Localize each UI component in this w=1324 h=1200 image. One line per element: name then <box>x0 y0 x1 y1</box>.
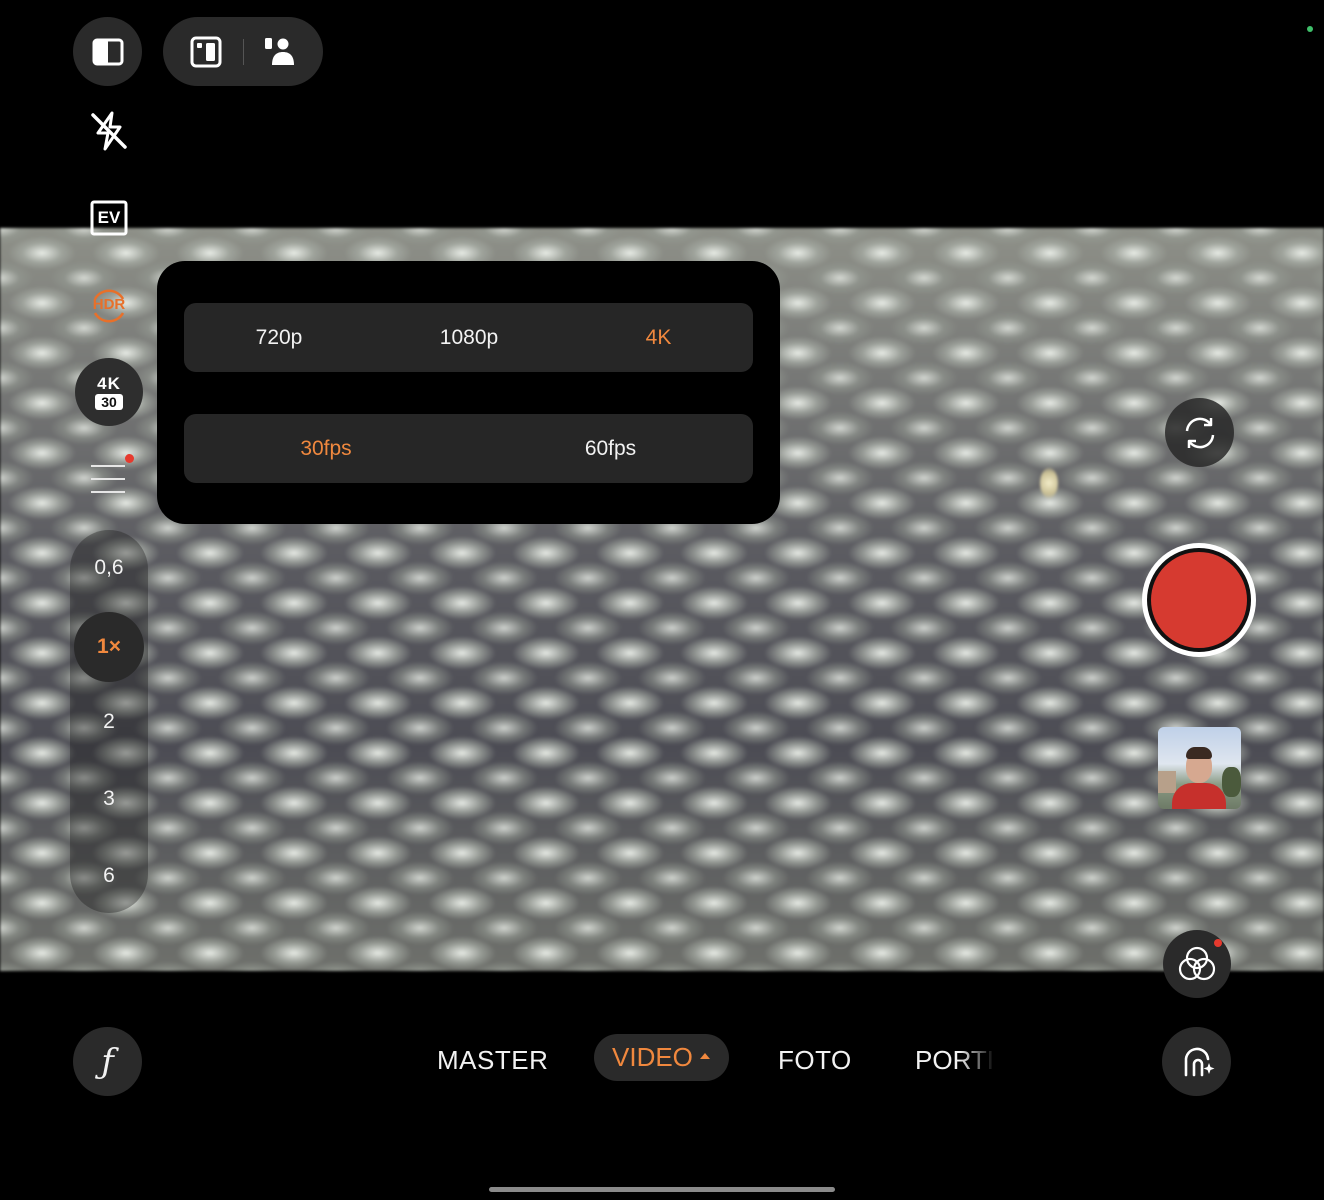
flash-button[interactable] <box>86 108 132 154</box>
record-button-core <box>1151 552 1247 648</box>
menu-icon-line <box>91 491 125 493</box>
thumbnail-tree <box>1222 767 1241 797</box>
zoom-selector: 0,6 1× 2 3 6 <box>70 530 148 913</box>
dual-view-button[interactable] <box>263 35 297 74</box>
record-button[interactable] <box>1142 543 1256 657</box>
split-layout-icon <box>92 38 123 65</box>
thumbnail-house <box>1158 771 1176 793</box>
mode-foto[interactable]: FOTO <box>778 1040 852 1080</box>
home-indicator[interactable] <box>489 1187 835 1192</box>
filters-button[interactable] <box>1163 930 1231 998</box>
mode-portrait[interactable]: PORTI <box>915 1040 995 1080</box>
hdr-label: HDR <box>92 296 126 313</box>
gallery-thumbnail[interactable] <box>1158 727 1241 809</box>
fps-badge-value: 30 <box>95 393 123 410</box>
filter-icon <box>1178 946 1216 981</box>
ev-label: EV <box>97 208 121 227</box>
ai-portrait-icon <box>1184 1047 1214 1076</box>
camera-active-indicator <box>1307 26 1313 32</box>
menu-icon-line <box>91 478 125 480</box>
ai-portrait-button[interactable] <box>1162 1027 1231 1096</box>
switch-camera-button[interactable] <box>1165 398 1234 467</box>
zoom-level-0-6[interactable]: 0,6 <box>70 556 148 580</box>
resolution-option-4k[interactable]: 4K <box>564 303 753 372</box>
more-settings-button[interactable] <box>91 454 134 495</box>
view-group-divider <box>243 39 244 65</box>
video-quality-popup: 720p 1080p 4K 30fps 60fps <box>157 261 780 524</box>
frame-rate-option-30fps[interactable]: 30fps <box>184 414 468 483</box>
exposure-button[interactable]: EV <box>86 195 132 241</box>
mode-video-active[interactable]: VIDEO <box>594 1034 729 1081</box>
resolution-selector: 720p 1080p 4K <box>184 303 753 372</box>
resolution-option-1080p[interactable]: 1080p <box>374 303 564 372</box>
menu-icon <box>91 465 125 467</box>
preview-frame-button[interactable] <box>189 35 223 74</box>
switch-camera-icon <box>1185 417 1214 448</box>
mode-master[interactable]: MASTER <box>437 1040 548 1080</box>
notification-dot <box>125 454 134 463</box>
preview-frame-icon <box>190 36 222 68</box>
caret-up-icon <box>700 1053 710 1059</box>
dual-view-person-icon <box>265 38 294 65</box>
notification-dot <box>1214 939 1222 947</box>
resolution-badge-value: 4K <box>97 373 121 393</box>
viewfinder-highlight <box>1040 468 1058 498</box>
zoom-level-3[interactable]: 3 <box>70 787 148 811</box>
zoom-level-1x-active[interactable]: 1× <box>74 612 144 682</box>
zoom-level-2[interactable]: 2 <box>70 710 148 734</box>
resolution-option-720p[interactable]: 720p <box>184 303 374 372</box>
video-resolution-button[interactable]: 4K 30 <box>75 358 143 426</box>
hdr-button[interactable]: HDR <box>86 282 132 328</box>
zoom-level-6[interactable]: 6 <box>70 864 148 888</box>
view-mode-group <box>163 17 323 86</box>
pro-mode-button[interactable]: ƒ <box>73 1027 142 1096</box>
frame-rate-selector: 30fps 60fps <box>184 414 753 483</box>
thumbnail-person-shirt <box>1172 783 1226 809</box>
frame-rate-option-60fps[interactable]: 60fps <box>468 414 753 483</box>
layout-toggle-button[interactable] <box>73 17 142 86</box>
mode-video-label: VIDEO <box>612 1042 693 1072</box>
pro-mode-label: ƒ <box>101 1041 114 1082</box>
thumbnail-person-hair <box>1186 747 1212 759</box>
flash-off-icon <box>91 111 127 151</box>
